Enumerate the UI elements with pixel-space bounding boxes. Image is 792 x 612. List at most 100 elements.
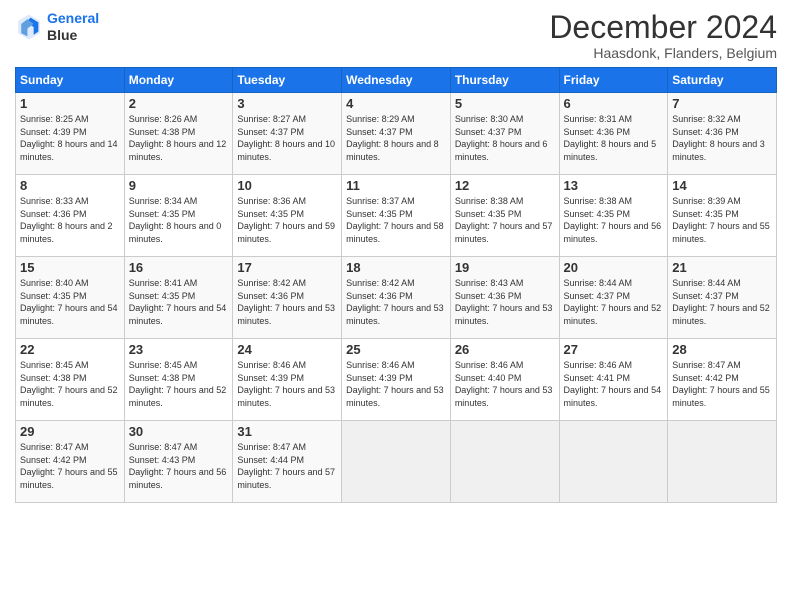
calendar-cell: 3 Sunrise: 8:27 AM Sunset: 4:37 PM Dayli… xyxy=(233,93,342,175)
col-tuesday: Tuesday xyxy=(233,68,342,93)
day-number: 27 xyxy=(564,342,664,357)
cell-details: Sunrise: 8:45 AM Sunset: 4:38 PM Dayligh… xyxy=(20,359,120,409)
cell-details: Sunrise: 8:32 AM Sunset: 4:36 PM Dayligh… xyxy=(672,113,772,163)
calendar-cell: 21 Sunrise: 8:44 AM Sunset: 4:37 PM Dayl… xyxy=(668,257,777,339)
calendar-cell xyxy=(668,421,777,503)
calendar-table: Sunday Monday Tuesday Wednesday Thursday… xyxy=(15,67,777,503)
cell-details: Sunrise: 8:26 AM Sunset: 4:38 PM Dayligh… xyxy=(129,113,229,163)
cell-details: Sunrise: 8:33 AM Sunset: 4:36 PM Dayligh… xyxy=(20,195,120,245)
calendar-cell: 6 Sunrise: 8:31 AM Sunset: 4:36 PM Dayli… xyxy=(559,93,668,175)
col-sunday: Sunday xyxy=(16,68,125,93)
calendar-cell: 7 Sunrise: 8:32 AM Sunset: 4:36 PM Dayli… xyxy=(668,93,777,175)
calendar-cell: 24 Sunrise: 8:46 AM Sunset: 4:39 PM Dayl… xyxy=(233,339,342,421)
header-row: Sunday Monday Tuesday Wednesday Thursday… xyxy=(16,68,777,93)
cell-details: Sunrise: 8:37 AM Sunset: 4:35 PM Dayligh… xyxy=(346,195,446,245)
day-number: 25 xyxy=(346,342,446,357)
cell-details: Sunrise: 8:46 AM Sunset: 4:41 PM Dayligh… xyxy=(564,359,664,409)
calendar-cell: 23 Sunrise: 8:45 AM Sunset: 4:38 PM Dayl… xyxy=(124,339,233,421)
calendar-week-row: 8 Sunrise: 8:33 AM Sunset: 4:36 PM Dayli… xyxy=(16,175,777,257)
calendar-cell: 16 Sunrise: 8:41 AM Sunset: 4:35 PM Dayl… xyxy=(124,257,233,339)
calendar-cell: 10 Sunrise: 8:36 AM Sunset: 4:35 PM Dayl… xyxy=(233,175,342,257)
day-number: 17 xyxy=(237,260,337,275)
calendar-cell: 1 Sunrise: 8:25 AM Sunset: 4:39 PM Dayli… xyxy=(16,93,125,175)
calendar-cell: 8 Sunrise: 8:33 AM Sunset: 4:36 PM Dayli… xyxy=(16,175,125,257)
cell-details: Sunrise: 8:46 AM Sunset: 4:39 PM Dayligh… xyxy=(237,359,337,409)
calendar-cell: 27 Sunrise: 8:46 AM Sunset: 4:41 PM Dayl… xyxy=(559,339,668,421)
cell-details: Sunrise: 8:47 AM Sunset: 4:42 PM Dayligh… xyxy=(672,359,772,409)
location: Haasdonk, Flanders, Belgium xyxy=(549,45,777,61)
calendar-cell: 25 Sunrise: 8:46 AM Sunset: 4:39 PM Dayl… xyxy=(342,339,451,421)
calendar-cell: 14 Sunrise: 8:39 AM Sunset: 4:35 PM Dayl… xyxy=(668,175,777,257)
day-number: 23 xyxy=(129,342,229,357)
day-number: 26 xyxy=(455,342,555,357)
month-title: December 2024 xyxy=(549,10,777,45)
calendar-cell: 18 Sunrise: 8:42 AM Sunset: 4:36 PM Dayl… xyxy=(342,257,451,339)
cell-details: Sunrise: 8:44 AM Sunset: 4:37 PM Dayligh… xyxy=(672,277,772,327)
day-number: 11 xyxy=(346,178,446,193)
day-number: 14 xyxy=(672,178,772,193)
calendar-cell: 13 Sunrise: 8:38 AM Sunset: 4:35 PM Dayl… xyxy=(559,175,668,257)
page-container: General Blue December 2024 Haasdonk, Fla… xyxy=(0,0,792,513)
calendar-cell: 15 Sunrise: 8:40 AM Sunset: 4:35 PM Dayl… xyxy=(16,257,125,339)
cell-details: Sunrise: 8:29 AM Sunset: 4:37 PM Dayligh… xyxy=(346,113,446,163)
cell-details: Sunrise: 8:36 AM Sunset: 4:35 PM Dayligh… xyxy=(237,195,337,245)
day-number: 1 xyxy=(20,96,120,111)
day-number: 15 xyxy=(20,260,120,275)
day-number: 20 xyxy=(564,260,664,275)
day-number: 24 xyxy=(237,342,337,357)
logo-text: General Blue xyxy=(47,10,99,44)
cell-details: Sunrise: 8:47 AM Sunset: 4:43 PM Dayligh… xyxy=(129,441,229,491)
col-wednesday: Wednesday xyxy=(342,68,451,93)
logo-icon xyxy=(15,13,43,41)
calendar-cell xyxy=(450,421,559,503)
cell-details: Sunrise: 8:40 AM Sunset: 4:35 PM Dayligh… xyxy=(20,277,120,327)
cell-details: Sunrise: 8:44 AM Sunset: 4:37 PM Dayligh… xyxy=(564,277,664,327)
calendar-week-row: 22 Sunrise: 8:45 AM Sunset: 4:38 PM Dayl… xyxy=(16,339,777,421)
calendar-cell: 9 Sunrise: 8:34 AM Sunset: 4:35 PM Dayli… xyxy=(124,175,233,257)
calendar-cell: 30 Sunrise: 8:47 AM Sunset: 4:43 PM Dayl… xyxy=(124,421,233,503)
title-block: December 2024 Haasdonk, Flanders, Belgiu… xyxy=(549,10,777,61)
cell-details: Sunrise: 8:39 AM Sunset: 4:35 PM Dayligh… xyxy=(672,195,772,245)
cell-details: Sunrise: 8:47 AM Sunset: 4:42 PM Dayligh… xyxy=(20,441,120,491)
col-monday: Monday xyxy=(124,68,233,93)
calendar-cell: 28 Sunrise: 8:47 AM Sunset: 4:42 PM Dayl… xyxy=(668,339,777,421)
day-number: 19 xyxy=(455,260,555,275)
col-friday: Friday xyxy=(559,68,668,93)
calendar-cell: 31 Sunrise: 8:47 AM Sunset: 4:44 PM Dayl… xyxy=(233,421,342,503)
calendar-cell: 22 Sunrise: 8:45 AM Sunset: 4:38 PM Dayl… xyxy=(16,339,125,421)
calendar-cell: 4 Sunrise: 8:29 AM Sunset: 4:37 PM Dayli… xyxy=(342,93,451,175)
day-number: 28 xyxy=(672,342,772,357)
calendar-cell: 11 Sunrise: 8:37 AM Sunset: 4:35 PM Dayl… xyxy=(342,175,451,257)
calendar-cell: 2 Sunrise: 8:26 AM Sunset: 4:38 PM Dayli… xyxy=(124,93,233,175)
calendar-cell: 17 Sunrise: 8:42 AM Sunset: 4:36 PM Dayl… xyxy=(233,257,342,339)
day-number: 12 xyxy=(455,178,555,193)
header: General Blue December 2024 Haasdonk, Fla… xyxy=(15,10,777,61)
cell-details: Sunrise: 8:42 AM Sunset: 4:36 PM Dayligh… xyxy=(346,277,446,327)
day-number: 13 xyxy=(564,178,664,193)
cell-details: Sunrise: 8:45 AM Sunset: 4:38 PM Dayligh… xyxy=(129,359,229,409)
cell-details: Sunrise: 8:46 AM Sunset: 4:40 PM Dayligh… xyxy=(455,359,555,409)
day-number: 29 xyxy=(20,424,120,439)
calendar-week-row: 1 Sunrise: 8:25 AM Sunset: 4:39 PM Dayli… xyxy=(16,93,777,175)
cell-details: Sunrise: 8:47 AM Sunset: 4:44 PM Dayligh… xyxy=(237,441,337,491)
day-number: 9 xyxy=(129,178,229,193)
col-thursday: Thursday xyxy=(450,68,559,93)
calendar-cell: 26 Sunrise: 8:46 AM Sunset: 4:40 PM Dayl… xyxy=(450,339,559,421)
day-number: 18 xyxy=(346,260,446,275)
day-number: 3 xyxy=(237,96,337,111)
cell-details: Sunrise: 8:38 AM Sunset: 4:35 PM Dayligh… xyxy=(564,195,664,245)
cell-details: Sunrise: 8:43 AM Sunset: 4:36 PM Dayligh… xyxy=(455,277,555,327)
day-number: 6 xyxy=(564,96,664,111)
calendar-cell: 5 Sunrise: 8:30 AM Sunset: 4:37 PM Dayli… xyxy=(450,93,559,175)
cell-details: Sunrise: 8:38 AM Sunset: 4:35 PM Dayligh… xyxy=(455,195,555,245)
cell-details: Sunrise: 8:34 AM Sunset: 4:35 PM Dayligh… xyxy=(129,195,229,245)
logo: General Blue xyxy=(15,10,99,44)
day-number: 2 xyxy=(129,96,229,111)
cell-details: Sunrise: 8:25 AM Sunset: 4:39 PM Dayligh… xyxy=(20,113,120,163)
calendar-cell: 12 Sunrise: 8:38 AM Sunset: 4:35 PM Dayl… xyxy=(450,175,559,257)
cell-details: Sunrise: 8:27 AM Sunset: 4:37 PM Dayligh… xyxy=(237,113,337,163)
day-number: 22 xyxy=(20,342,120,357)
cell-details: Sunrise: 8:42 AM Sunset: 4:36 PM Dayligh… xyxy=(237,277,337,327)
day-number: 21 xyxy=(672,260,772,275)
calendar-cell: 19 Sunrise: 8:43 AM Sunset: 4:36 PM Dayl… xyxy=(450,257,559,339)
